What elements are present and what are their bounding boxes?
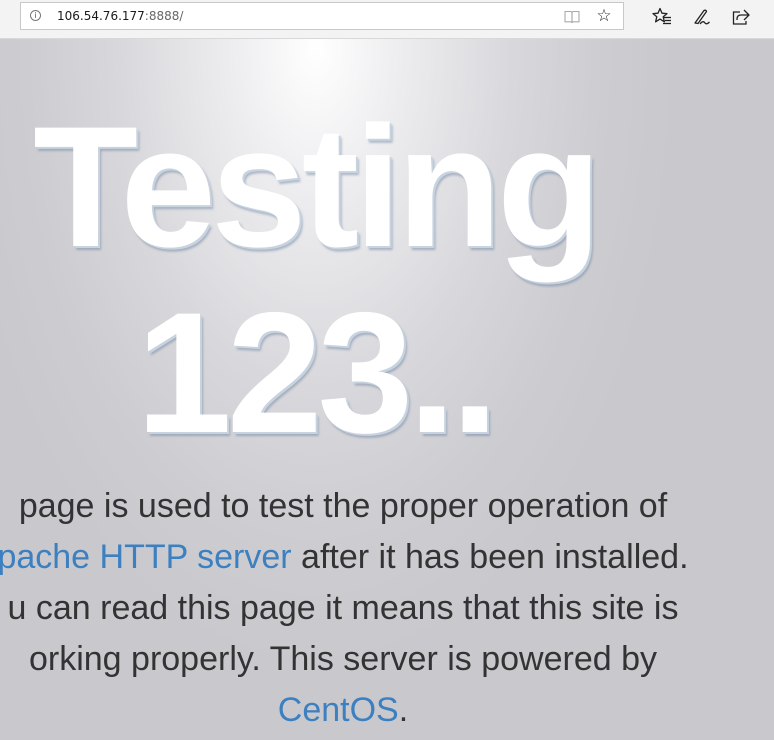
page-heading-line-2: 123.. <box>136 277 499 469</box>
reading-view-icon[interactable] <box>564 10 580 24</box>
intro-text-1: page is used to test the proper operatio… <box>18 487 668 525</box>
favorite-star-icon[interactable]: ☆ <box>595 7 613 25</box>
pen-notes-icon[interactable] <box>692 7 712 27</box>
intro-text-4: orking properly. This server is powered … <box>28 640 657 678</box>
favorites-list-icon[interactable] <box>652 7 672 27</box>
url-text[interactable]: 106.54.76.177:8888/ <box>57 9 183 23</box>
intro-text-3: u can read this page it means that this … <box>7 589 679 627</box>
share-icon[interactable] <box>731 7 751 27</box>
address-bar[interactable]: i 106.54.76.177:8888/ ☆ <box>20 2 624 30</box>
page-content: Testing 123.. page is used to test the p… <box>0 39 774 740</box>
intro-text-5: . <box>398 691 409 729</box>
intro-text-2: after it has been installed. <box>291 538 689 576</box>
apache-http-server-link[interactable]: pache HTTP server <box>0 538 292 576</box>
url-host: 106.54.76.177 <box>57 9 145 23</box>
browser-toolbar: i 106.54.76.177:8888/ ☆ <box>0 0 774 39</box>
centos-link[interactable]: CentOS <box>278 691 399 729</box>
url-port: :8888/ <box>144 9 184 23</box>
info-icon[interactable]: i <box>30 10 41 21</box>
page-heading-line-1: Testing <box>33 91 602 283</box>
intro-paragraph: page is used to test the proper operatio… <box>0 481 742 736</box>
